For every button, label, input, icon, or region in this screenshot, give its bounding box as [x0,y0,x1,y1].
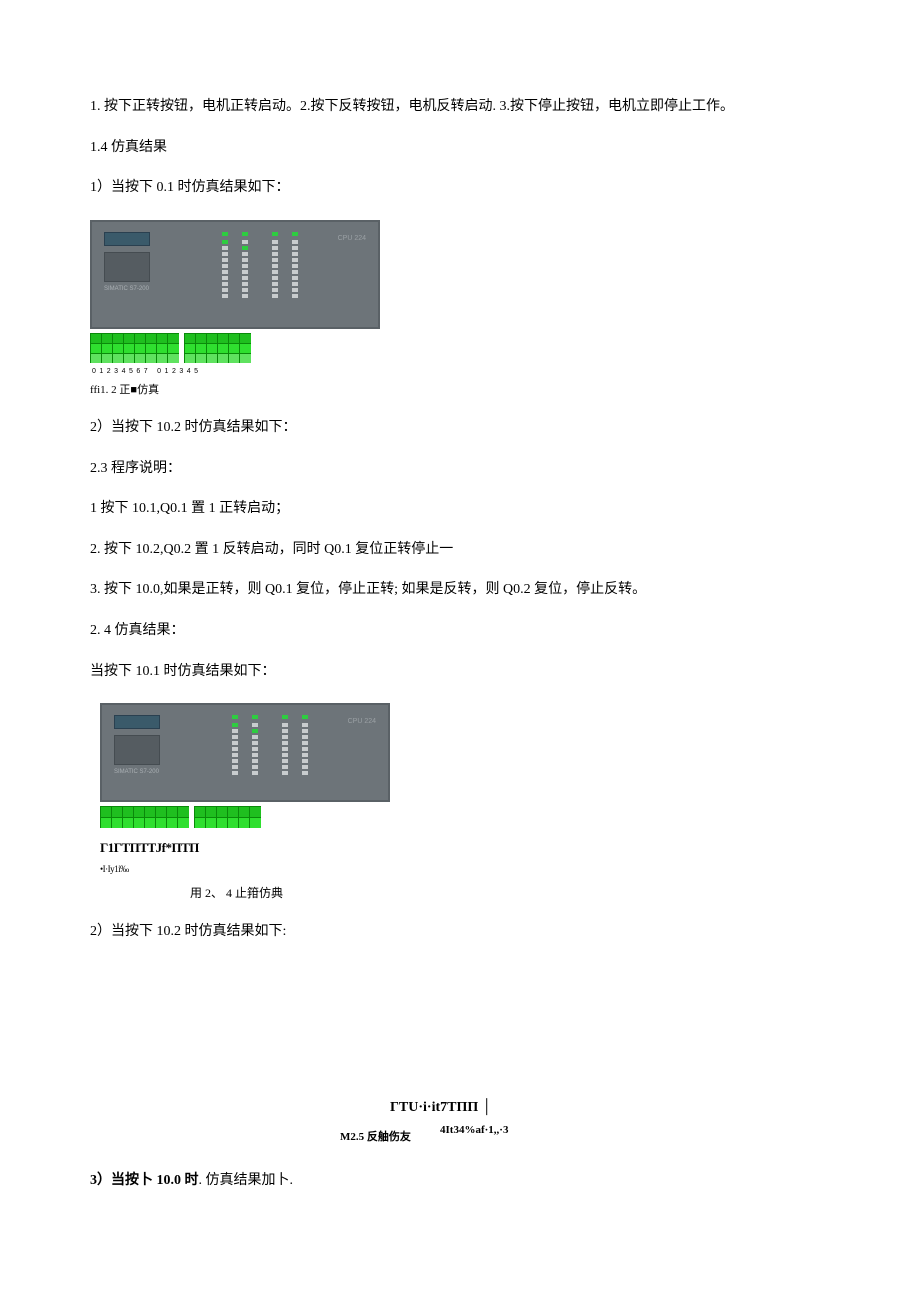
bottom-garbled-1: ГTU·i·it7ТПП │ [390,1095,830,1122]
para-4: 2）当按下 10.2 时仿真结果如下： [90,415,830,442]
image-1-caption: ffi1. 2 正■仿真 [90,380,380,401]
terminal-blocks [90,333,380,363]
plc-display [104,252,150,282]
para-12-bold: 10.0 [157,1173,182,1188]
terminal-labels-a: 01234567 [92,365,151,378]
para-8: 3. 按下 10.0,如果是正转，则 Q0.1 复位，停止正转; 如果是反转，则… [90,577,830,604]
para-9: 2. 4 仿真结果： [90,618,830,645]
para-5: 2.3 程序说明： [90,456,830,483]
siemens-logo [114,715,160,729]
terminal-labels-b: 012345 [157,365,201,378]
bottom-caption-block: ГTU·i·it7ТПП │ 4It34%af·1,,·3 M2.5 反舳伤友 [90,1095,830,1147]
terminal-labels: 01234567 012345 [90,365,380,378]
para-12-prefix: 3）当按卜 [90,1173,157,1188]
terminal-blocks [100,806,390,836]
image-2-caption: 用 2、 4 止箝仿典 [190,882,390,905]
plc-display [114,735,160,765]
siemens-logo [104,232,150,246]
image-2-garbled-1: Г1ГТПТТJf*ПТП [100,836,390,861]
para-12-mid: 时 [181,1173,199,1188]
para-1: 1. 按下正转按钮，电机正转启动。2.按下反转按钮，电机反转启动. 3.按下停止… [90,94,830,121]
plc-cpu-label: CPU 224 [348,715,376,728]
para-11: 2）当按下 10.2 时仿真结果如下: [90,919,830,946]
plc-model-text: SIMATIC S7-200 [114,767,159,778]
bottom-caption: M2.5 反舳伤友 [340,1127,830,1148]
image-2-garbled-2: •I·Iy1i‰ [100,861,390,878]
plc-simulation-image-1: SIMATIC S7-200 CPU 224 [90,220,380,401]
para-12-suffix: . 仿真结果加卜. [199,1173,294,1188]
para-10: 当按下 10.1 时仿真结果如下： [90,659,830,686]
para-2: 1.4 仿真结果 [90,135,830,162]
para-3: 1）当按下 0.1 时仿真结果如下： [90,175,830,202]
plc-cpu-label: CPU 224 [338,232,366,245]
plc-model-text: SIMATIC S7-200 [104,284,149,295]
para-6: 1 按下 10.1,Q0.1 置 1 正转启动； [90,496,830,523]
plc-simulation-image-2: SIMATIC S7-200 CPU 224 [100,703,390,905]
para-7: 2. 按下 10.2,Q0.2 置 1 反转启动，同时 Q0.1 复位正转停止一 [90,537,830,564]
para-12: 3）当按卜 10.0 时. 仿真结果加卜. [90,1168,830,1195]
